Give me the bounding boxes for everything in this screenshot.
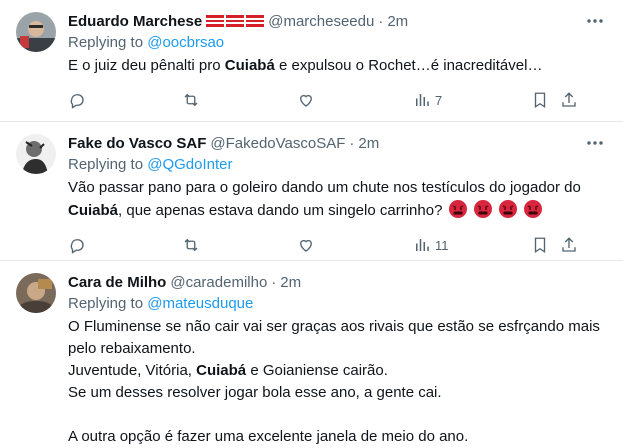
- like-button[interactable]: [297, 91, 315, 109]
- avatar[interactable]: [16, 12, 56, 52]
- timestamp[interactable]: 2m: [358, 135, 379, 152]
- reply-icon: [70, 239, 84, 254]
- views-icon: [416, 94, 429, 106]
- retweet-icon: [184, 238, 198, 252]
- reply-target-link[interactable]: @QGdoInter: [147, 156, 232, 173]
- reply-icon: [70, 94, 84, 109]
- angry-face-icon: [498, 200, 517, 218]
- angry-face-icon: [524, 200, 543, 218]
- tweet-actions: 11: [68, 226, 609, 264]
- tweet-text-highlight: Cuiabá: [224, 57, 275, 74]
- bookmark-button[interactable]: [531, 91, 549, 109]
- tweet-feed: Eduardo Marchese @marcheseedu · 2m Reply…: [0, 0, 623, 448]
- flag-icon: [206, 15, 225, 27]
- like-icon: [300, 239, 312, 252]
- tweet[interactable]: Cara de Milho @carademilho · 2m Replying…: [0, 261, 623, 448]
- tweet[interactable]: Eduardo Marchese @marcheseedu · 2m Reply…: [0, 0, 623, 122]
- like-icon: [300, 94, 312, 107]
- reply-target-link[interactable]: @oocbrsao: [147, 34, 224, 51]
- name-emoji-flags: [206, 15, 265, 27]
- views-button[interactable]: 11: [413, 236, 449, 254]
- views-button[interactable]: 7: [413, 91, 442, 109]
- tweet-text-line: Se um desses resolver jogar bola esse an…: [68, 384, 442, 401]
- angry-face-icon: [473, 200, 492, 218]
- tweet-text-part: E o juiz deu pênalti pro: [68, 57, 225, 74]
- flag-icon: [226, 15, 245, 27]
- share-icon: [562, 92, 576, 107]
- like-button[interactable]: [297, 236, 315, 254]
- avatar[interactable]: [16, 134, 56, 174]
- views-icon: [416, 239, 429, 251]
- replying-label: Replying to: [68, 156, 144, 173]
- tweet[interactable]: Fake do Vasco SAF @FakedoVascoSAF · 2m R…: [0, 122, 623, 261]
- bookmark-icon: [534, 237, 546, 254]
- display-name[interactable]: Cara de Milho: [68, 274, 166, 291]
- replying-label: Replying to: [68, 295, 144, 312]
- timestamp[interactable]: 2m: [280, 274, 301, 291]
- tweet-text-part: , que apenas estava dando um singelo car…: [118, 202, 443, 219]
- reply-button[interactable]: [68, 91, 86, 109]
- tweet-text-part: e expulsou o Rochet…é inacreditável…: [274, 57, 543, 74]
- replying-label: Replying to: [68, 34, 144, 51]
- timestamp[interactable]: 2m: [387, 13, 408, 30]
- replying-to: Replying to @QGdoInter: [68, 155, 609, 175]
- tweet-text: E o juiz deu pênalti pro Cuiabá e expuls…: [68, 55, 609, 77]
- tweet-text: Vão passar pano para o goleiro dando um …: [68, 177, 609, 222]
- avatar[interactable]: [16, 273, 56, 313]
- reply-target-link[interactable]: @mateusduque: [147, 295, 253, 312]
- user-handle[interactable]: @marcheseedu: [268, 13, 374, 30]
- replying-to: Replying to @oocbrsao: [68, 33, 609, 53]
- user-handle[interactable]: @carademilho: [170, 274, 267, 291]
- bookmark-icon: [534, 92, 546, 109]
- bookmark-button[interactable]: [531, 236, 549, 254]
- separator-dot: ·: [349, 134, 355, 152]
- tweet-text: O Fluminense se não cair vai ser graças …: [68, 316, 609, 448]
- display-name[interactable]: Fake do Vasco SAF: [68, 135, 206, 152]
- tweet-text-highlight: Cuiabá: [196, 362, 247, 379]
- tweet-text-line: Juventude, Vitória, Cuiabá e Goianiense …: [68, 360, 609, 382]
- retweet-icon: [184, 93, 198, 107]
- tweet-text-line: O Fluminense se não cair vai ser graças …: [68, 318, 600, 357]
- flag-icon: [246, 15, 265, 27]
- separator-dot: ·: [378, 12, 384, 30]
- share-button[interactable]: [560, 236, 578, 254]
- separator-dot: ·: [271, 273, 277, 291]
- tweet-text-line: A outra opção é fazer uma excelente jane…: [68, 428, 469, 445]
- user-handle[interactable]: @FakedoVascoSAF: [210, 135, 345, 152]
- views-count: 7: [435, 92, 443, 108]
- retweet-button[interactable]: [182, 91, 200, 109]
- tweet-text-part: Juventude, Vitória,: [68, 362, 197, 379]
- tweet-actions: 7: [68, 81, 609, 119]
- angry-face-icon: [448, 200, 467, 218]
- tweet-text-part: e Goianiense cairão.: [246, 362, 388, 379]
- share-icon: [562, 237, 576, 252]
- reply-button[interactable]: [68, 236, 86, 254]
- share-button[interactable]: [560, 91, 578, 109]
- tweet-text-part: Vão passar pano para o goleiro dando um …: [68, 179, 581, 196]
- tweet-text-highlight: Cuiabá: [68, 202, 119, 219]
- views-count: 11: [435, 237, 449, 253]
- retweet-button[interactable]: [182, 236, 200, 254]
- more-icon[interactable]: [585, 136, 605, 150]
- replying-to: Replying to @mateusduque: [68, 294, 609, 314]
- more-icon[interactable]: [585, 14, 605, 28]
- display-name[interactable]: Eduardo Marchese: [68, 13, 202, 30]
